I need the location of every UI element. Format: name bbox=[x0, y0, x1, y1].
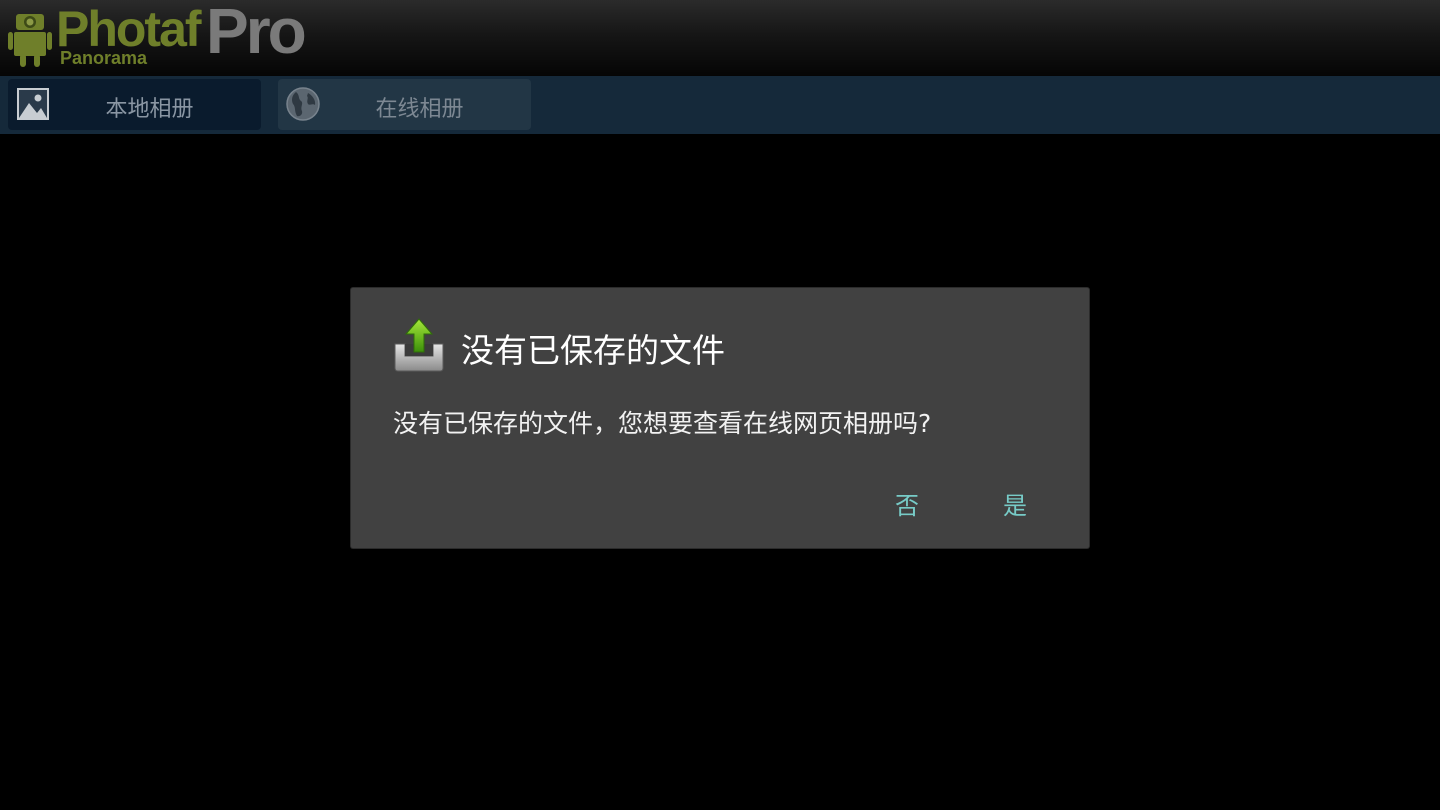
app-header: Photaf Pro Panorama bbox=[0, 0, 1440, 76]
tab-local-label: 本地相册 bbox=[105, 97, 194, 122]
yes-button[interactable]: 是 bbox=[1003, 486, 1027, 521]
dialog-title: 没有已保存的文件 bbox=[461, 331, 725, 370]
tab-bar: 本地相册 在线相册 bbox=[0, 76, 1440, 134]
upload-icon bbox=[394, 318, 444, 372]
dialog-message: 没有已保存的文件，您想要查看在线网页相册吗? bbox=[393, 409, 932, 438]
logo-subtitle: Panorama bbox=[60, 48, 148, 68]
tab-online-label: 在线相册 bbox=[375, 97, 464, 122]
logo-pro-text: Pro bbox=[206, 0, 307, 67]
android-icon bbox=[8, 14, 52, 67]
tab-local-album[interactable]: 本地相册 bbox=[8, 79, 261, 130]
no-button[interactable]: 否 bbox=[895, 486, 919, 521]
tab-online-album[interactable]: 在线相册 bbox=[278, 79, 531, 130]
no-saved-files-dialog: 没有已保存的文件 没有已保存的文件，您想要查看在线网页相册吗? 否 是 bbox=[351, 288, 1089, 548]
